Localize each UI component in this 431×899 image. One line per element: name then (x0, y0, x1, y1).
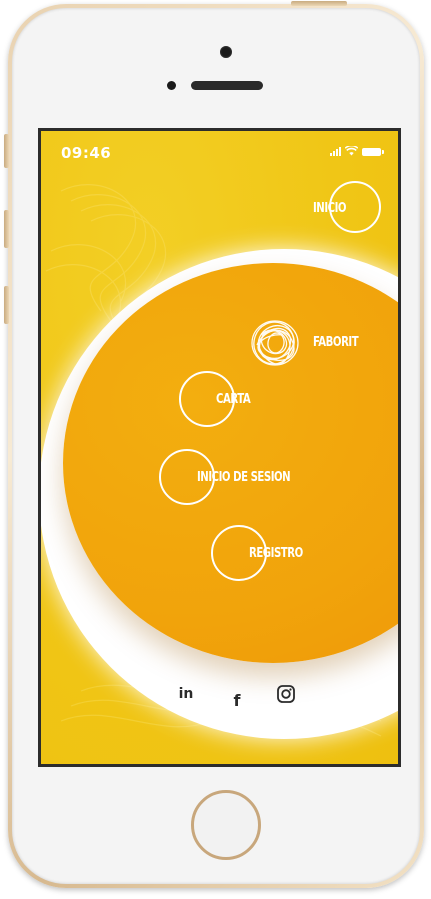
facebook-link[interactable]: f (226, 689, 248, 711)
status-icons (330, 146, 384, 156)
menu-carta-label: CARTA (216, 392, 251, 407)
mute-switch (4, 134, 9, 168)
linkedin-link[interactable]: in (175, 683, 197, 705)
phone-screen: 09:46 INICIO FABORIT CARTA INICIO DE SES… (38, 128, 401, 767)
instagram-link[interactable] (275, 683, 297, 705)
scribble-circle-icon (251, 320, 299, 366)
signal-bars-icon (330, 146, 341, 156)
menu-faborit-label: FABORIT (313, 335, 359, 350)
social-links: in f (41, 683, 398, 710)
menu-inicio-de-sesion-label: INICIO DE SESION (197, 470, 291, 485)
earpiece-speaker (191, 81, 263, 90)
front-camera (220, 46, 232, 58)
app-display: 09:46 INICIO FABORIT CARTA INICIO DE SES… (41, 131, 398, 764)
linkedin-icon: in (178, 686, 194, 702)
menu-inicio[interactable]: INICIO (313, 181, 383, 237)
volume-up-button (4, 210, 9, 248)
facebook-icon: f (233, 690, 241, 710)
power-button (291, 1, 347, 6)
menu-faborit[interactable]: FABORIT (247, 315, 377, 371)
status-time: 09:46 (61, 144, 112, 162)
menu-carta[interactable]: CARTA (179, 371, 279, 429)
proximity-sensor (167, 81, 176, 90)
menu-inicio-label: INICIO (313, 201, 347, 216)
menu-registro[interactable]: REGISTRO (211, 525, 321, 583)
volume-down-button (4, 286, 9, 324)
wifi-icon (345, 146, 358, 156)
home-button[interactable] (191, 790, 261, 860)
battery-icon (362, 148, 384, 156)
menu-inicio-de-sesion[interactable]: INICIO DE SESION (159, 449, 299, 507)
menu-registro-label: REGISTRO (249, 546, 303, 561)
instagram-icon (277, 685, 295, 703)
